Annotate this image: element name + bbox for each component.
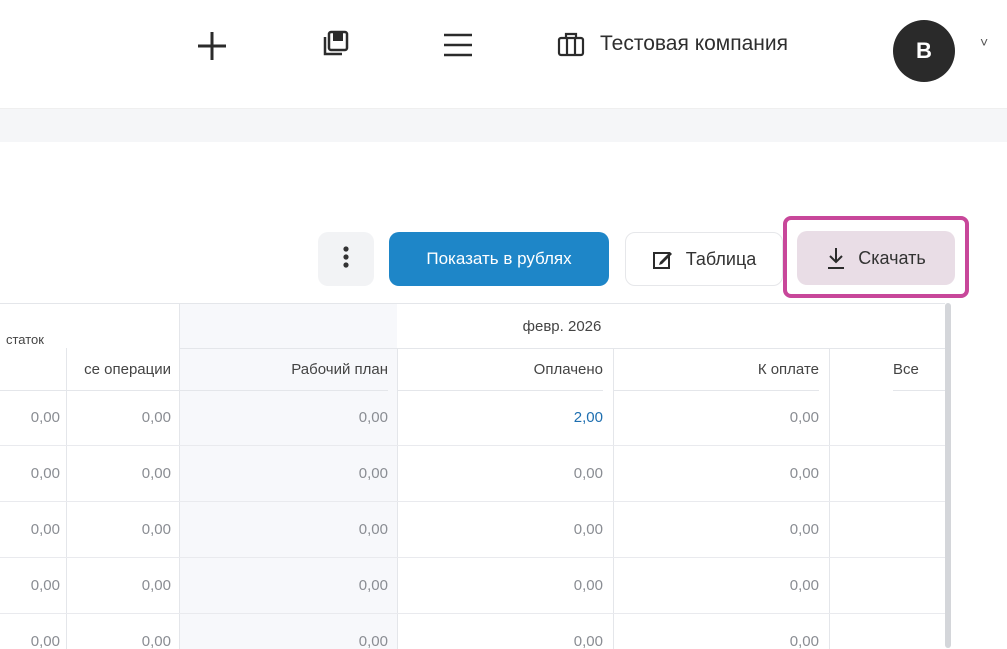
col-header-paid[interactable]: Оплачено — [397, 348, 603, 391]
table-row[interactable]: 0,00 0,00 0,00 0,00 0,00 — [0, 614, 945, 649]
pages-icon[interactable] — [318, 26, 354, 62]
col-header-work-plan[interactable]: Рабочий план — [179, 348, 388, 391]
cell-balance: 0,00 — [30, 465, 60, 482]
cell-work-plan: 0,00 — [358, 521, 388, 538]
cell-paid: 0,00 — [573, 577, 603, 594]
vertical-scrollbar[interactable] — [945, 303, 951, 648]
cell-to-pay: 0,00 — [789, 633, 819, 649]
top-header: Тестовая компания В ˅ — [0, 0, 1007, 108]
table-row[interactable]: 0,00 0,00 0,00 0,00 0,00 — [0, 446, 945, 502]
plus-icon[interactable] — [192, 26, 232, 66]
cell-to-pay: 0,00 — [789, 521, 819, 538]
period-group-header: февр. 2026 — [179, 304, 945, 349]
briefcase-icon — [556, 30, 586, 58]
download-label: Скачать — [858, 247, 926, 268]
company-name: Тестовая компания — [600, 32, 788, 55]
table-row[interactable]: 0,00 0,00 0,00 0,00 0,00 — [0, 502, 945, 558]
download-icon — [826, 246, 846, 270]
cell-paid: 0,00 — [573, 465, 603, 482]
col-header-to-pay[interactable]: К оплате — [613, 348, 819, 391]
cell-balance: 0,00 — [30, 409, 60, 426]
cell-work-plan: 0,00 — [358, 633, 388, 649]
cell-work-plan: 0,00 — [358, 465, 388, 482]
avatar[interactable]: В — [893, 20, 955, 82]
data-table: статок февр. 2026 се операции Рабочий пл… — [0, 303, 945, 649]
col-header-total[interactable]: Все — [893, 348, 945, 391]
cell-balance: 0,00 — [30, 577, 60, 594]
table-view-button[interactable]: Таблица — [625, 232, 783, 286]
cell-balance: 0,00 — [30, 521, 60, 538]
cell-work-plan: 0,00 — [358, 577, 388, 594]
show-in-rubles-button[interactable]: Показать в рублях — [389, 232, 609, 286]
cell-paid: 0,00 — [573, 521, 603, 538]
table-row[interactable]: 0,00 0,00 0,00 2,00 0,00 — [0, 390, 945, 446]
cell-to-pay: 0,00 — [789, 465, 819, 482]
cell-to-pay: 0,00 — [789, 409, 819, 426]
cell-all-operations: 0,00 — [141, 409, 171, 426]
table-row[interactable]: 0,00 0,00 0,00 0,00 0,00 — [0, 558, 945, 614]
menu-icon[interactable] — [440, 28, 476, 62]
download-button[interactable]: Скачать — [797, 231, 955, 285]
cell-paid: 0,00 — [573, 633, 603, 649]
cell-all-operations: 0,00 — [141, 633, 171, 649]
cell-all-operations: 0,00 — [141, 465, 171, 482]
col-header-all-operations[interactable]: се операции — [66, 348, 171, 391]
cell-all-operations: 0,00 — [141, 521, 171, 538]
chevron-down-icon[interactable]: ˅ — [980, 34, 988, 50]
table-view-label: Таблица — [685, 248, 757, 269]
edit-icon — [652, 248, 674, 270]
cell-paid-link[interactable]: 2,00 — [397, 390, 603, 445]
company-selector[interactable]: Тестовая компания — [556, 26, 788, 62]
header-separator-band — [0, 108, 1007, 143]
cell-to-pay: 0,00 — [789, 577, 819, 594]
more-actions-button[interactable] — [318, 232, 374, 286]
cell-work-plan: 0,00 — [358, 409, 388, 426]
cell-all-operations: 0,00 — [141, 577, 171, 594]
cell-balance: 0,00 — [30, 633, 60, 649]
kebab-icon — [343, 245, 349, 273]
